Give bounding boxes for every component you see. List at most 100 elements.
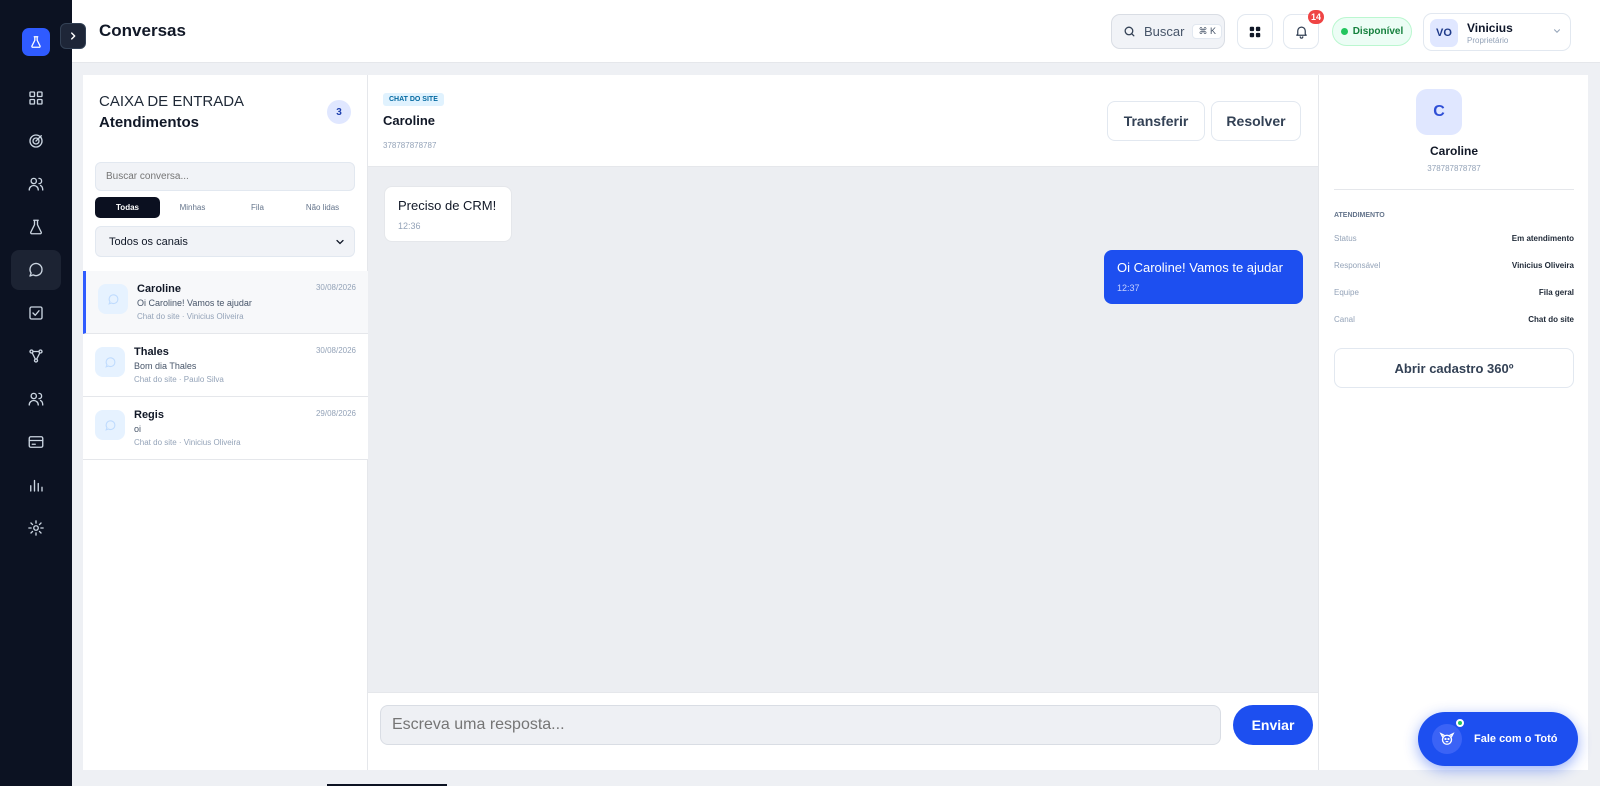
chat-bubble-icon [104, 419, 115, 431]
user-role: Proprietário [1467, 36, 1509, 45]
info-row-owner: Responsável Vinicius Oliveira [1334, 261, 1574, 277]
info-row-channel: Canal Chat do site [1334, 315, 1574, 331]
inbox-title: Atendimentos [99, 114, 200, 131]
sidebar-item-targets[interactable] [11, 121, 61, 161]
conversation-meta: Chat do site · Vinicius Oliveira [134, 438, 241, 447]
user-name: Vinicius [1467, 21, 1513, 35]
filter-unread[interactable]: Não lidas [290, 197, 355, 218]
section-title: ATENDIMENTO [1334, 212, 1385, 219]
inbox-kicker: CAIXA DE ENTRADA [99, 93, 245, 110]
transfer-button[interactable]: Transferir [1107, 101, 1205, 141]
conversation-name: Regis [134, 409, 164, 421]
info-label: Canal [1334, 315, 1355, 324]
card-icon [28, 436, 44, 448]
inbox-count-badge: 3 [327, 100, 351, 124]
list-item[interactable]: Caroline 30/08/2026 Oi Caroline! Vamos t… [83, 271, 368, 334]
user-menu[interactable]: VO Vinicius Proprietário [1423, 13, 1571, 51]
conversation-preview: Oi Caroline! Vamos te ajudar [137, 298, 252, 308]
availability-status[interactable]: Disponível [1332, 17, 1412, 46]
info-value: Chat do site [1528, 315, 1574, 324]
sidebar-item-contacts[interactable] [11, 164, 61, 204]
conversation-date: 30/08/2026 [315, 346, 356, 355]
info-row-status: Status Em atendimento [1334, 234, 1574, 250]
message-incoming: Preciso de CRM! 12:36 [384, 186, 512, 242]
app-logo[interactable] [22, 28, 50, 56]
resolve-button[interactable]: Resolver [1211, 101, 1301, 141]
composer: Enviar [368, 692, 1318, 770]
notifications-button[interactable]: 14 [1283, 10, 1324, 49]
channel-select-value: Todos os canais [109, 235, 188, 248]
assistant-avatar [1432, 719, 1464, 754]
channel-tag: CHAT DO SITE [383, 93, 444, 106]
sidebar [0, 0, 72, 786]
info-row-team: Equipe Fila geral [1334, 288, 1574, 304]
sidebar-item-lab[interactable] [11, 207, 61, 247]
flask-icon [30, 219, 42, 235]
info-label: Status [1334, 234, 1357, 243]
conversation-search-input[interactable] [95, 162, 355, 191]
dog-icon [1439, 732, 1455, 745]
sidebar-item-billing[interactable] [11, 422, 61, 462]
conversation-avatar [95, 347, 125, 377]
chat-bubble-icon [107, 293, 118, 305]
assistant-chat-button[interactable]: Fale com o Totó [1418, 712, 1578, 766]
flask-icon [31, 36, 41, 48]
target-icon [29, 134, 43, 148]
info-value: Em atendimento [1511, 234, 1574, 243]
sidebar-item-conversations[interactable] [11, 250, 61, 290]
chevron-right-icon [71, 32, 76, 40]
info-value: Fila geral [1538, 288, 1574, 297]
conversation-avatar [95, 410, 125, 440]
sidebar-collapse-button[interactable] [60, 23, 86, 49]
search-icon [1124, 26, 1135, 37]
global-search-button[interactable]: Buscar ⌘ K [1111, 14, 1225, 49]
contact-name: Caroline [1429, 144, 1478, 158]
message-time: 12:36 [398, 221, 421, 231]
checkbox-icon [29, 306, 43, 320]
sidebar-item-team[interactable] [11, 379, 61, 419]
chevron-down-icon [1553, 29, 1561, 33]
apps-grid-icon [1249, 26, 1261, 37]
assistant-label: Fale com o Totó [1474, 733, 1558, 745]
avatar: VO [1430, 19, 1458, 47]
sidebar-item-flows[interactable] [11, 336, 61, 376]
users-icon [28, 177, 44, 191]
message-text: Preciso de CRM! [398, 198, 497, 213]
divider [1334, 189, 1574, 190]
team-icon [28, 392, 44, 406]
conversation-preview: oi [134, 424, 142, 434]
channel-select[interactable]: Todos os canais [95, 226, 355, 257]
contact-panel: C Caroline 378787878787 ATENDIMENTO Stat… [1318, 75, 1588, 770]
message-time: 12:37 [1117, 283, 1140, 293]
sidebar-item-dashboard[interactable] [11, 78, 61, 118]
open-profile-button[interactable]: Abrir cadastro 360º [1334, 348, 1574, 388]
search-shortcut: ⌘ K [1192, 24, 1222, 39]
send-button[interactable]: Enviar [1233, 705, 1313, 745]
notifications-badge: 14 [1307, 10, 1324, 24]
filter-mine[interactable]: Minhas [160, 197, 225, 218]
list-item[interactable]: Thales 30/08/2026 Bom dia Thales Chat do… [83, 334, 368, 397]
topbar: Conversas Buscar ⌘ K 14 Disponível VO Vi… [72, 0, 1600, 63]
apps-button[interactable] [1237, 14, 1273, 49]
conversation-avatar [98, 284, 128, 314]
sidebar-item-tasks[interactable] [11, 293, 61, 333]
conversation-name: Caroline [137, 283, 182, 295]
sidebar-item-reports[interactable] [11, 465, 61, 505]
availability-label: Disponível [1352, 26, 1404, 37]
contact-phone: 378787878787 [1427, 164, 1481, 173]
filter-all[interactable]: Todas [95, 197, 160, 218]
conversation-list: Caroline 30/08/2026 Oi Caroline! Vamos t… [83, 271, 368, 460]
list-item[interactable]: Regis 29/08/2026 oi Chat do site · Vinic… [83, 397, 368, 460]
bar-chart-icon [30, 479, 43, 492]
sidebar-item-settings[interactable] [11, 508, 61, 548]
chevron-down-icon [336, 239, 344, 245]
info-label: Responsável [1334, 261, 1381, 270]
search-label: Buscar [1144, 24, 1185, 39]
reply-input[interactable] [380, 705, 1221, 745]
filter-queue[interactable]: Fila [225, 197, 290, 218]
chat-header: CHAT DO SITE Caroline 378787878787 Trans… [368, 75, 1318, 167]
conversation-name: Thales [134, 346, 169, 358]
app-main: Conversas Buscar ⌘ K 14 Disponível VO Vi… [72, 0, 1600, 786]
conversation-date: 29/08/2026 [315, 409, 356, 418]
page-title: Conversas [99, 21, 186, 40]
